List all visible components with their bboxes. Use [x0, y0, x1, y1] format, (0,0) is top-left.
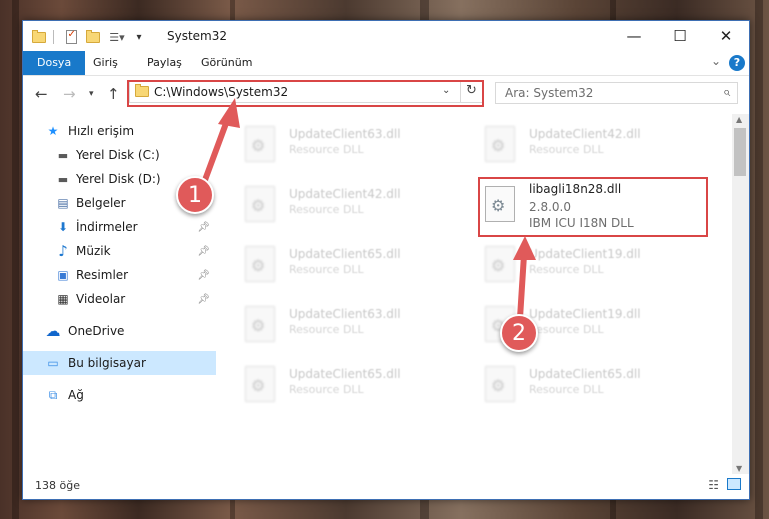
arrow-to-file	[513, 236, 536, 321]
step-2-badge: 2	[500, 314, 538, 352]
step-1-badge: 1	[176, 176, 214, 214]
annotation-arrows	[202, 98, 536, 321]
arrow-to-address-bar	[202, 98, 240, 183]
